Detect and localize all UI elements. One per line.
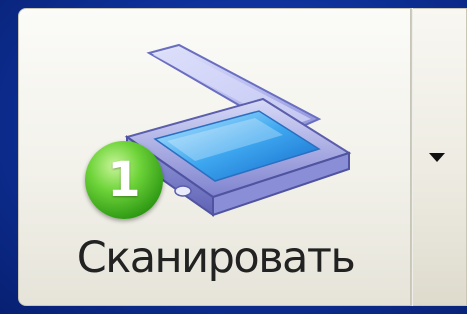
desktop-background: 1 Сканировать — [0, 0, 467, 314]
scan-dropdown-button[interactable] — [413, 8, 467, 306]
scan-button-label: Сканировать — [76, 233, 356, 283]
step-number-badge: 1 — [85, 141, 163, 219]
scan-button[interactable]: 1 Сканировать — [18, 8, 411, 306]
scan-split-button: 1 Сканировать — [18, 8, 467, 306]
chevron-down-icon — [429, 153, 445, 162]
